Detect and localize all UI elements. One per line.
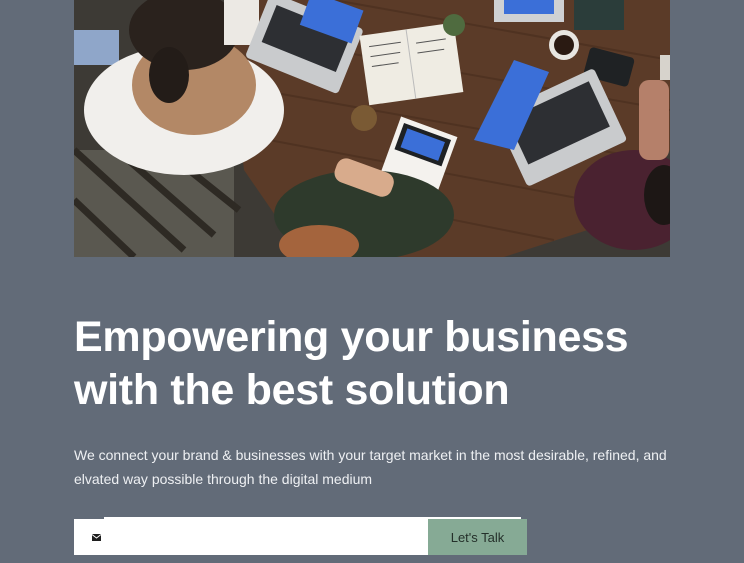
email-input[interactable] xyxy=(111,519,428,555)
lets-talk-button[interactable]: Let's Talk xyxy=(428,519,527,555)
signup-form: Let's Talk xyxy=(74,517,527,555)
hero-image xyxy=(74,0,670,257)
subtext: We connect your brand & businesses with … xyxy=(74,443,674,491)
headline-line-2: with the best solution xyxy=(74,366,510,414)
envelope-icon xyxy=(92,533,101,541)
email-field-wrapper xyxy=(74,517,521,555)
headline: Empowering your business with the best s… xyxy=(74,311,694,417)
subtext-line-1: We connect your brand & businesses with … xyxy=(74,447,667,463)
headline-line-1: Empowering your business xyxy=(74,313,629,361)
team-meeting-photo xyxy=(74,0,670,257)
subtext-line-2: elvated way possible through the digital… xyxy=(74,471,373,487)
